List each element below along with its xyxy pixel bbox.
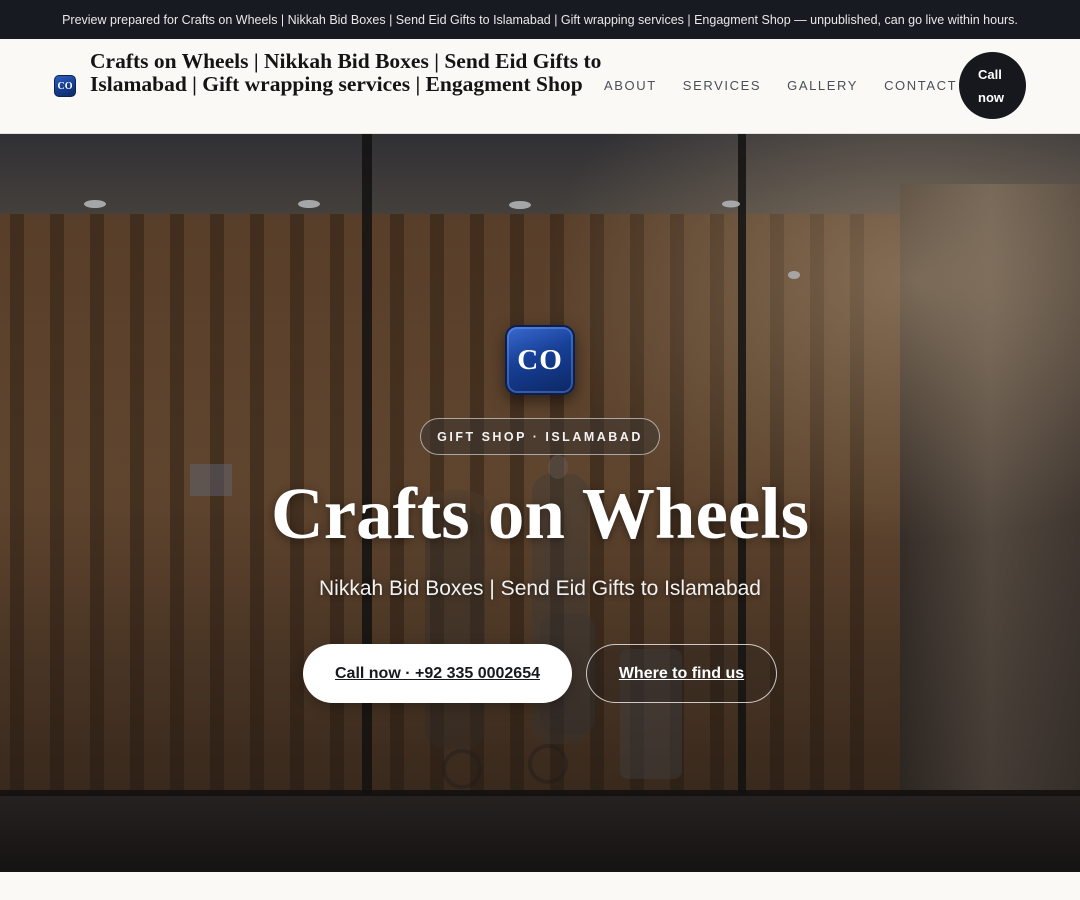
nav-contact[interactable]: CONTACT [884, 78, 957, 94]
preview-banner: Preview prepared for Crafts on Wheels | … [0, 0, 1080, 39]
call-now-line-2: now [978, 89, 1004, 105]
hero-category-badge: GIFT SHOP · ISLAMABAD [420, 418, 660, 455]
brand-name[interactable]: Crafts on Wheels | Nikkah Bid Boxes | Se… [90, 50, 605, 96]
main-nav: ABOUT SERVICES GALLERY CONTACT [604, 78, 983, 94]
call-now-line-1: Call [978, 66, 1002, 82]
hero-section: CO GIFT SHOP · ISLAMABAD Crafts on Wheel… [0, 134, 1080, 872]
call-now-phone-button[interactable]: Call now · +92 335 0002654 [303, 644, 572, 703]
hero-title: Crafts on Wheels [270, 473, 810, 554]
preview-banner-text: Preview prepared for Crafts on Wheels | … [62, 12, 1018, 27]
brand-logo-icon[interactable]: CO [54, 75, 76, 97]
where-to-find-us-button[interactable]: Where to find us [586, 644, 777, 703]
header-call-now-button[interactable]: Call now [959, 52, 1026, 119]
nav-about[interactable]: ABOUT [604, 78, 657, 94]
hero-subtitle: Nikkah Bid Boxes | Send Eid Gifts to Isl… [318, 577, 761, 600]
nav-gallery[interactable]: GALLERY [787, 78, 858, 94]
site-header: CO Crafts on Wheels | Nikkah Bid Boxes |… [0, 39, 1080, 134]
hero-logo-icon: CO [505, 325, 575, 395]
nav-services[interactable]: SERVICES [683, 78, 761, 94]
